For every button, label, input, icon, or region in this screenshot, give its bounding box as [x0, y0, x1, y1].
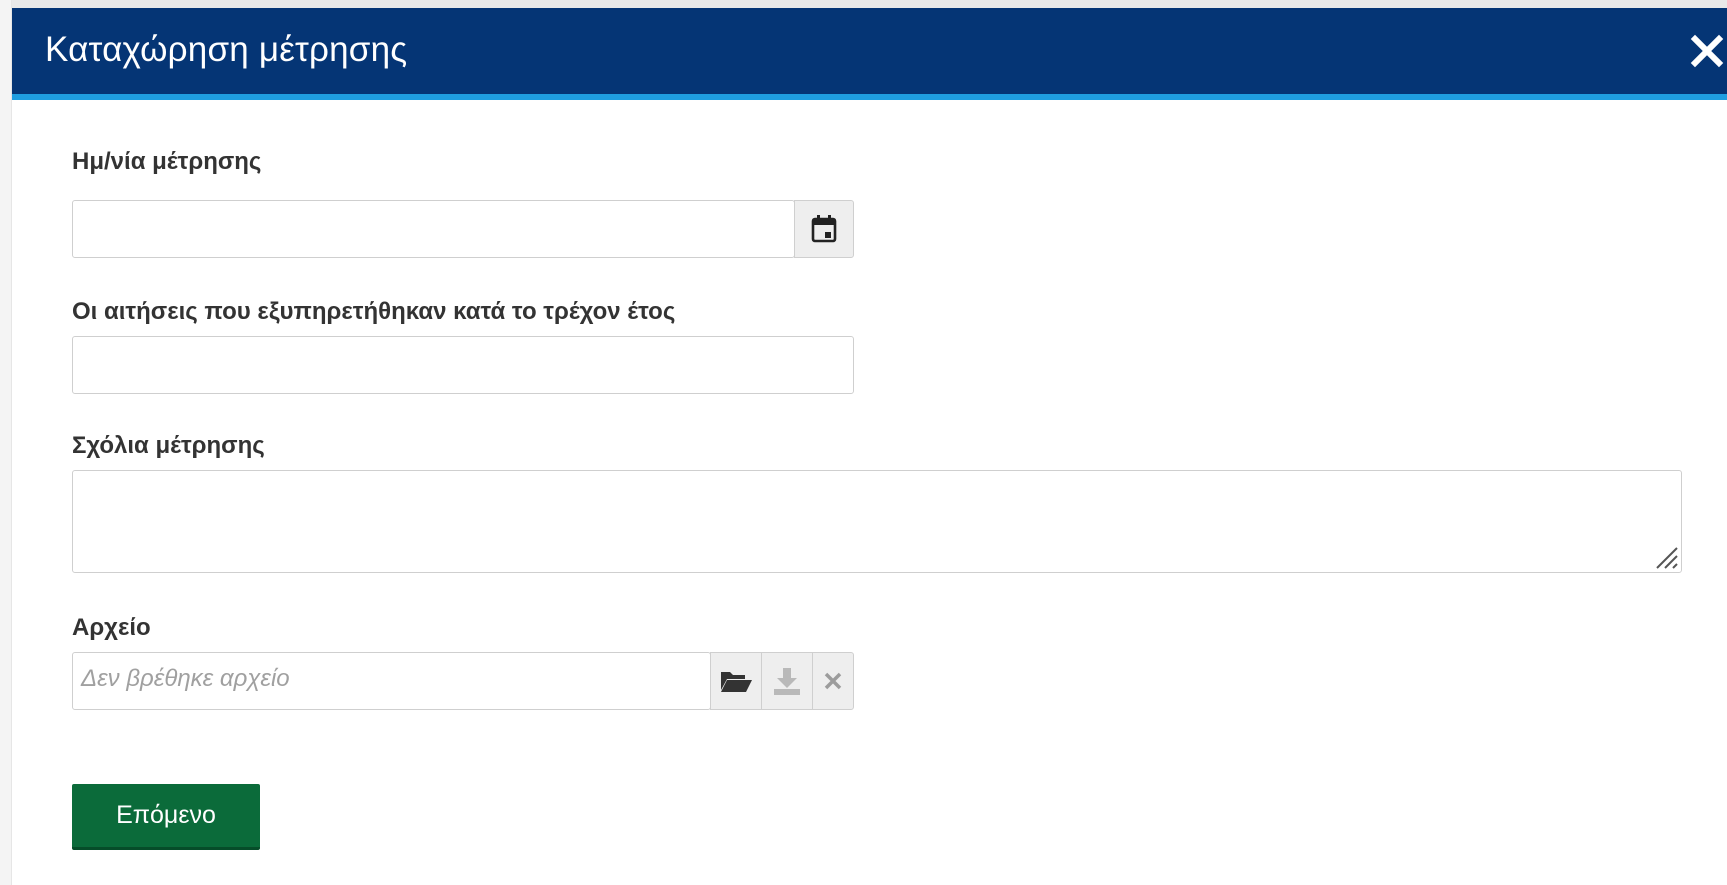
requests-label: Οι αιτήσεις που εξυπηρετήθηκαν κατά το τ… — [72, 298, 676, 325]
date-label: Ημ/νία μέτρησης — [72, 148, 262, 175]
page: Καταχώρηση μέτρησης Ημ/νία μέτρησης Οι α… — [0, 0, 1727, 885]
dialog-title: Καταχώρηση μέτρησης — [45, 30, 408, 69]
download-icon — [774, 668, 800, 695]
file-input[interactable]: Δεν βρέθηκε αρχείο — [72, 652, 711, 710]
file-label: Αρχείο — [72, 614, 151, 641]
next-button[interactable]: Επόμενο — [72, 784, 260, 850]
background-strip — [0, 0, 1727, 8]
browse-file-button[interactable] — [710, 652, 762, 710]
date-input[interactable] — [72, 200, 795, 258]
comments-label: Σχόλια μέτρησης — [72, 432, 265, 459]
remove-icon — [824, 672, 842, 690]
dialog-header: Καταχώρηση μέτρησης — [12, 8, 1727, 100]
measurement-dialog: Καταχώρηση μέτρησης Ημ/νία μέτρησης Οι α… — [12, 8, 1727, 885]
close-icon[interactable] — [1689, 30, 1727, 74]
remove-file-button[interactable] — [812, 652, 854, 710]
folder-open-icon — [721, 672, 752, 692]
background-edge — [0, 0, 12, 885]
calendar-icon — [811, 215, 837, 243]
resize-handle-icon[interactable] — [1653, 544, 1679, 570]
requests-input[interactable] — [72, 336, 854, 394]
file-placeholder: Δεν βρέθηκε αρχείο — [81, 665, 290, 692]
calendar-button[interactable] — [794, 200, 854, 258]
download-file-button[interactable] — [761, 652, 813, 710]
comments-textarea[interactable] — [72, 470, 1682, 573]
